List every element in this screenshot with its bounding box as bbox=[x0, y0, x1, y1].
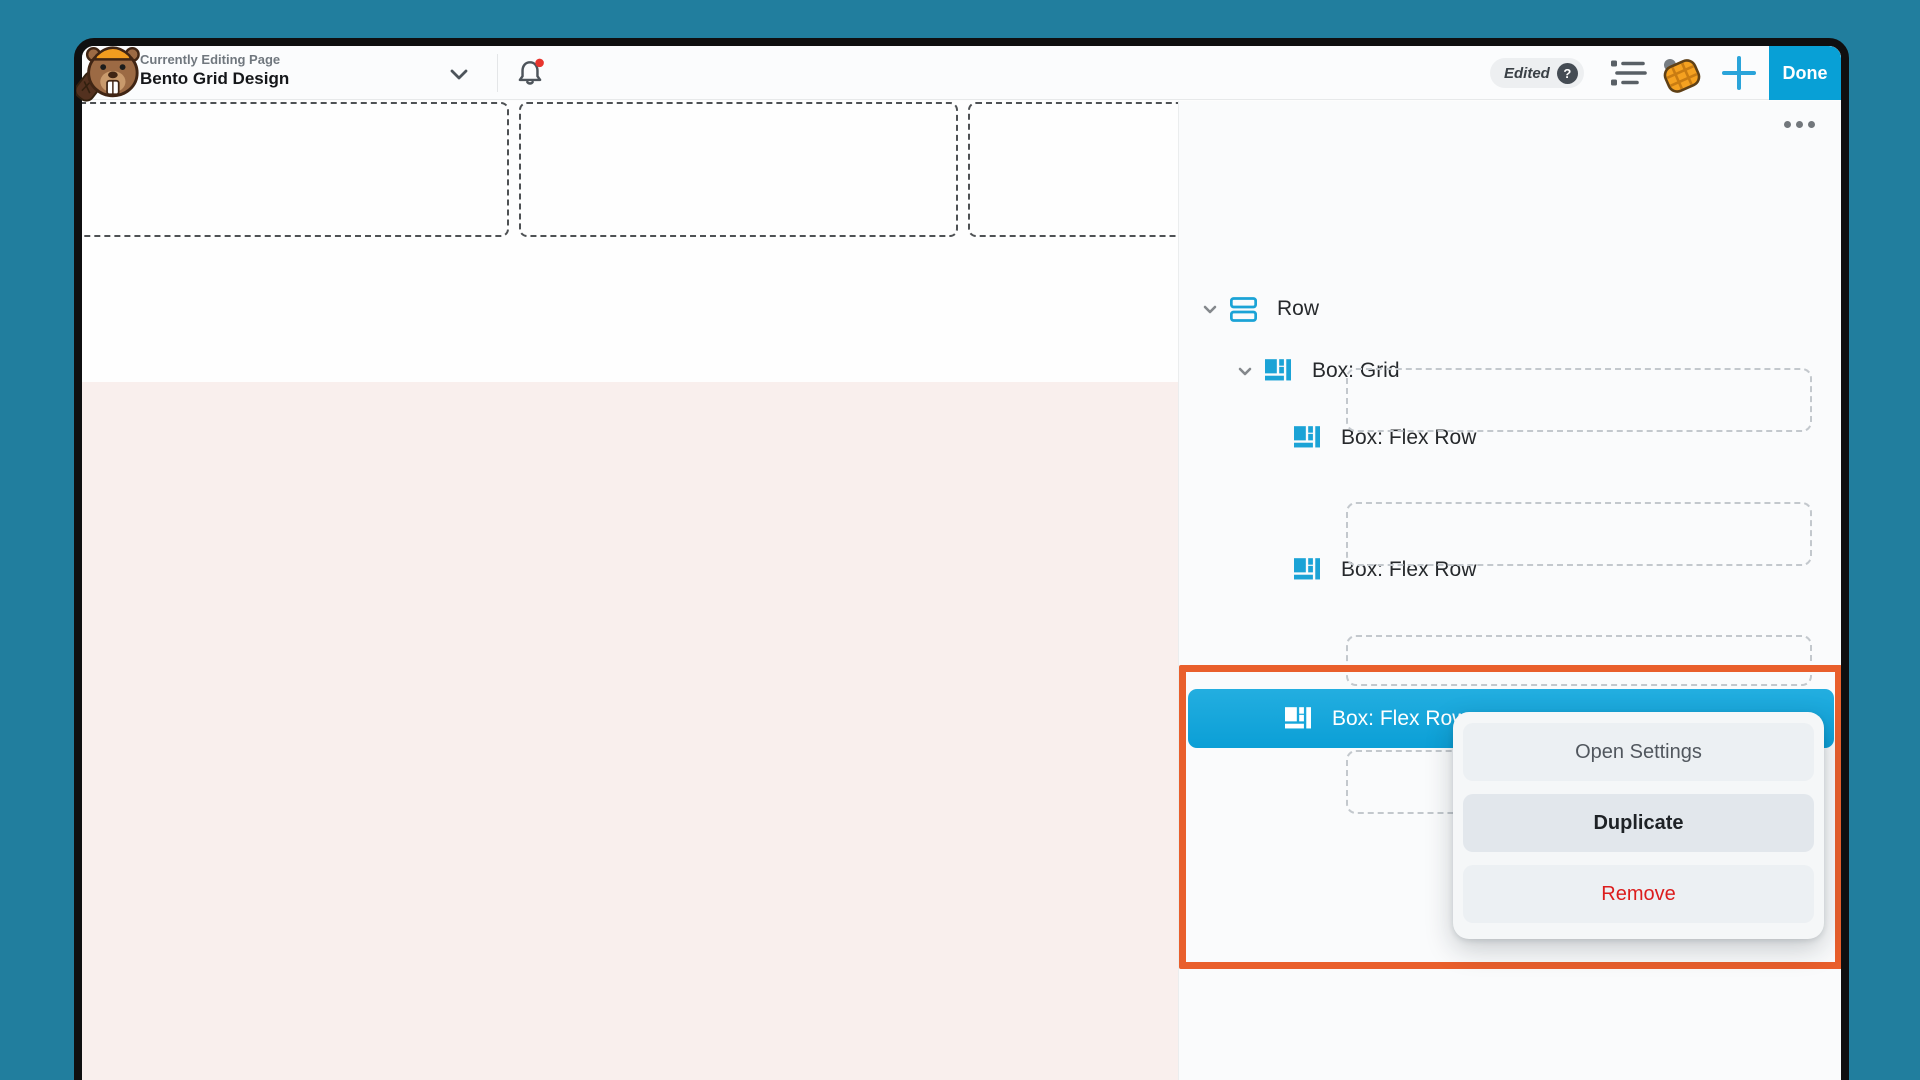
menu-item-duplicate[interactable]: Duplicate bbox=[1463, 794, 1814, 852]
beaver-builder-logo bbox=[76, 40, 142, 102]
add-content-button[interactable] bbox=[1716, 54, 1762, 92]
help-icon[interactable]: ? bbox=[1557, 63, 1578, 84]
menu-item-open-settings[interactable]: Open Settings bbox=[1463, 723, 1814, 781]
tree-dropzone-1[interactable] bbox=[1346, 368, 1812, 432]
box-icon bbox=[1264, 358, 1292, 384]
outline-panel: Row Box: Grid bbox=[1178, 101, 1841, 1080]
canvas-dropzone[interactable] bbox=[968, 102, 1178, 237]
edited-label: Edited bbox=[1504, 65, 1550, 82]
beaver-icon bbox=[76, 40, 142, 102]
outline-list-icon bbox=[1609, 57, 1647, 89]
tree-item-label: Box: Flex Row bbox=[1332, 707, 1467, 731]
menu-item-remove[interactable]: Remove bbox=[1463, 865, 1814, 923]
notification-dot bbox=[535, 59, 544, 68]
notifications-button[interactable] bbox=[510, 54, 550, 92]
chevron-down-icon bbox=[447, 62, 471, 86]
bell-icon bbox=[514, 57, 546, 89]
chevron-down-icon[interactable] bbox=[1234, 360, 1256, 382]
waffle-icon bbox=[1660, 53, 1704, 95]
context-menu: Open Settings Duplicate Remove bbox=[1453, 712, 1824, 939]
canvas-dropzone[interactable] bbox=[82, 102, 509, 237]
panel-options-button[interactable] bbox=[1780, 117, 1819, 132]
context-label: Currently Editing Page bbox=[140, 52, 280, 67]
box-icon bbox=[1293, 425, 1321, 451]
kebab-menu-icon bbox=[1784, 121, 1791, 128]
tree-item-label: Row bbox=[1277, 297, 1319, 321]
edited-badge[interactable]: Edited ? bbox=[1490, 58, 1584, 88]
page-switcher-button[interactable] bbox=[443, 58, 475, 90]
page-title[interactable]: Bento Grid Design bbox=[140, 69, 289, 89]
plus-icon bbox=[1721, 55, 1757, 91]
canvas-dropzone[interactable] bbox=[519, 102, 958, 237]
canvas-section-pink bbox=[82, 382, 1178, 1080]
editor-canvas bbox=[82, 101, 1178, 1080]
outline-button[interactable] bbox=[1606, 54, 1650, 92]
backdrop: Currently Editing Page Bento Grid Design… bbox=[0, 0, 1920, 1080]
box-icon bbox=[1293, 557, 1321, 583]
toolbar-divider bbox=[497, 54, 498, 92]
templates-button[interactable] bbox=[1658, 52, 1706, 96]
done-button[interactable]: Done bbox=[1769, 46, 1841, 100]
box-icon bbox=[1284, 706, 1312, 732]
row-icon bbox=[1229, 296, 1257, 322]
top-toolbar: Currently Editing Page Bento Grid Design… bbox=[82, 46, 1841, 100]
tree-dropzone-3[interactable] bbox=[1346, 635, 1812, 686]
chevron-down-icon[interactable] bbox=[1199, 298, 1221, 320]
tree-dropzone-2[interactable] bbox=[1346, 502, 1812, 566]
tree-item-row[interactable]: Row bbox=[1199, 292, 1319, 326]
builder-window: Currently Editing Page Bento Grid Design… bbox=[74, 38, 1849, 1080]
